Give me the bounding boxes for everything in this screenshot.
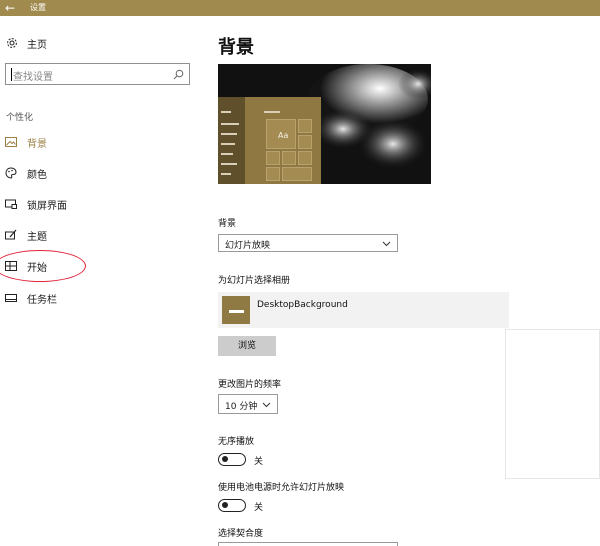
battery-slideshow-label: 使用电池电源时允许幻灯片放映: [218, 483, 345, 493]
chevron-down-icon: [382, 241, 391, 247]
browse-button[interactable]: 浏览: [218, 336, 276, 356]
sidebar: 主页 查找设置 个性化 背景 颜色 锁屏界面 主题 开始 任务栏: [0, 16, 200, 546]
sidebar-item-label: 颜色: [27, 169, 47, 181]
preview-tile: [266, 151, 280, 165]
preview-line: [221, 153, 233, 155]
thumbnail-bar: [229, 310, 244, 313]
toggle-knob: [222, 502, 228, 508]
toggle-knob: [222, 456, 228, 462]
shuffle-label: 无序播放: [218, 437, 255, 447]
annotation-circle: [0, 250, 86, 282]
palette-icon: [5, 167, 17, 179]
sidebar-item-lock-screen[interactable]: 锁屏界面: [5, 197, 67, 212]
select-value: 10 分钟: [225, 402, 258, 412]
search-placeholder: 查找设置: [13, 72, 53, 83]
back-arrow-icon[interactable]: ←: [5, 0, 19, 16]
preview-tile-text: Aa: [278, 131, 289, 140]
background-type-select[interactable]: 幻灯片放映: [218, 234, 398, 252]
preview-line: [264, 111, 280, 113]
search-input[interactable]: 查找设置: [5, 63, 190, 85]
shuffle-toggle[interactable]: [218, 453, 246, 466]
preview-tile: [266, 167, 280, 181]
frequency-select[interactable]: 10 分钟: [218, 394, 278, 414]
album-name: DesktopBackground: [257, 300, 348, 310]
preview-tile: [282, 151, 296, 165]
lock-screen-icon: [5, 199, 17, 209]
sidebar-item-colors[interactable]: 颜色: [5, 166, 47, 181]
frequency-label: 更改图片的频率: [218, 380, 282, 390]
preview-line: [221, 143, 235, 145]
album-thumbnail: [222, 296, 250, 324]
search-icon[interactable]: [173, 69, 184, 80]
select-value: 幻灯片放映: [225, 241, 271, 251]
blank-panel: [505, 329, 600, 479]
sidebar-home-label: 主页: [27, 39, 47, 51]
sidebar-item-label: 任务栏: [27, 294, 57, 306]
preview-tile: [298, 135, 312, 149]
battery-slideshow-toggle[interactable]: [218, 499, 246, 512]
album-label: 为幻灯片选择相册: [218, 276, 291, 286]
sidebar-item-label: 锁屏界面: [27, 200, 67, 212]
preview-line: [221, 173, 231, 175]
sidebar-home[interactable]: 主页: [6, 36, 47, 51]
fit-select[interactable]: [218, 542, 398, 546]
sidebar-item-label: 背景: [27, 138, 47, 150]
preview-tile: [282, 167, 312, 181]
page-title: 背景: [218, 37, 254, 58]
preview-window: Aa: [218, 97, 321, 184]
theme-icon: [5, 229, 17, 240]
image-icon: [5, 137, 17, 147]
sidebar-item-themes[interactable]: 主题: [5, 228, 47, 243]
main-panel: 背景 Aa 背景 幻灯片放映 为幻灯片选择相册 DesktopBackgroun…: [200, 16, 600, 546]
background-preview: Aa: [218, 64, 431, 184]
preview-line: [221, 163, 237, 165]
shuffle-state: 关: [254, 457, 264, 467]
sidebar-item-background[interactable]: 背景: [5, 135, 47, 150]
preview-tile: [298, 119, 312, 133]
album-item[interactable]: DesktopBackground: [218, 292, 509, 328]
gear-icon: [7, 38, 17, 48]
title-bar: ← 设置: [0, 0, 600, 16]
sidebar-item-taskbar[interactable]: 任务栏: [5, 291, 57, 306]
preview-tile: [298, 151, 312, 165]
fit-label: 选择契合度: [218, 529, 264, 539]
sidebar-item-label: 主题: [27, 231, 47, 243]
preview-line: [221, 123, 239, 125]
chevron-down-icon: [262, 402, 271, 408]
taskbar-icon: [5, 294, 17, 302]
window-title: 设置: [30, 3, 46, 12]
background-label: 背景: [218, 219, 237, 229]
section-heading: 个性化: [6, 113, 34, 123]
preview-line: [221, 111, 231, 113]
preview-start-menu: [218, 97, 245, 184]
preview-line: [221, 133, 237, 135]
text-cursor: [11, 68, 12, 81]
battery-slideshow-state: 关: [254, 503, 264, 513]
